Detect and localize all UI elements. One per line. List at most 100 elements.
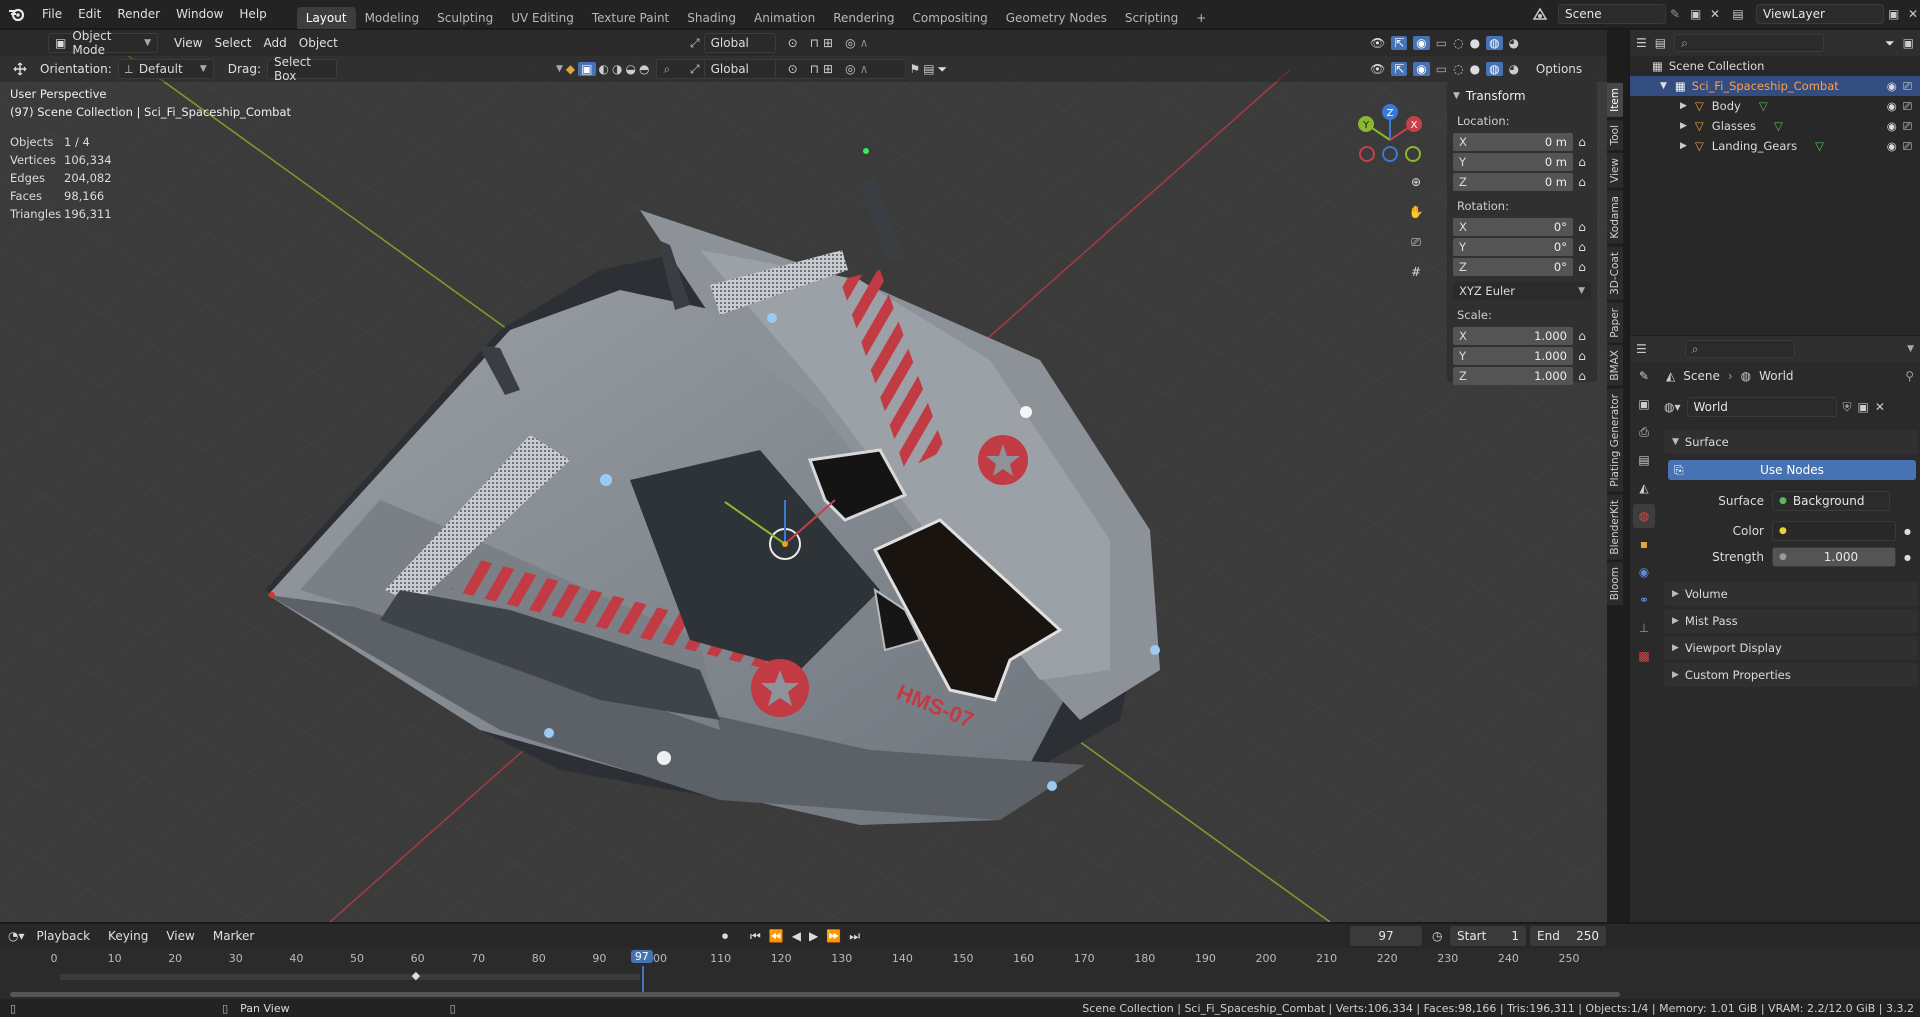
tab-3d-coat[interactable]: 3D-Coat [1607, 245, 1623, 300]
tab-animation[interactable]: Animation [745, 7, 824, 29]
eye-icon[interactable]: ◉ [1887, 139, 1897, 154]
tab-uv-editing[interactable]: UV Editing [502, 7, 583, 29]
snap-icon[interactable]: ⊓ [810, 36, 819, 50]
blender-logo-icon[interactable] [0, 6, 34, 22]
world-browse-icon[interactable]: ◍▾ [1664, 400, 1681, 414]
tab-bloom[interactable]: Bloom [1607, 561, 1623, 606]
drag-dropdown[interactable]: Select Box [266, 55, 337, 83]
fake-user-icon[interactable]: ⛨ [1843, 400, 1852, 415]
scale-z-field[interactable]: Z 1.000 [1453, 366, 1573, 385]
camera-icon[interactable]: ⎚ [1903, 79, 1912, 94]
rendered-shading-icon[interactable]: ◕ [1509, 62, 1519, 76]
timeline-menu-marker[interactable]: Marker [207, 926, 260, 946]
color-field[interactable]: ● [1772, 521, 1896, 541]
select-extend-icon[interactable]: ◐ [599, 62, 609, 76]
camera-icon[interactable]: ⎚ [1903, 139, 1912, 154]
tab-kodama[interactable]: Kodama [1607, 190, 1623, 244]
chevron-right-icon[interactable]: ▶ [1680, 101, 1687, 111]
solid-shading-icon[interactable]: ● [1470, 62, 1480, 76]
tab-modeling[interactable]: Modeling [356, 7, 429, 29]
visibility-icon[interactable]: 👁 [1370, 62, 1385, 76]
select-intersect-icon[interactable]: ◓ [639, 62, 649, 76]
scale-y-field[interactable]: Y 1.000 [1453, 346, 1573, 365]
proportional-edit-icon[interactable]: ◎ [845, 62, 855, 76]
outliner-object-row[interactable]: ▶ ▽ Glasses ▽ ◉ ⎚ [1630, 116, 1920, 136]
play-icon[interactable]: ▶ [809, 929, 818, 943]
lock-icon[interactable]: ⌂ [1573, 258, 1591, 276]
rotation-y-field[interactable]: Y 0° [1453, 237, 1573, 256]
camera-icon[interactable]: ⎚ [1404, 230, 1428, 254]
menu-window[interactable]: Window [168, 3, 231, 25]
menu-help[interactable]: Help [231, 3, 274, 25]
lock-icon[interactable]: ⌂ [1573, 133, 1591, 151]
wireframe-shading-icon[interactable]: ◌ [1453, 36, 1463, 50]
viewport-menu-object[interactable]: Object [293, 33, 344, 53]
end-frame-field[interactable]: End 250 [1530, 926, 1606, 946]
view-options-icon[interactable]: ▤ [923, 62, 934, 76]
tab-compositing[interactable]: Compositing [903, 7, 996, 29]
chevron-down-icon[interactable]: ▼ [556, 64, 563, 74]
outliner-object-row[interactable]: ▶ ▽ Body ▽ ◉ ⎚ [1630, 96, 1920, 116]
viewport-menu-view[interactable]: View [168, 33, 208, 53]
delete-view-layer-icon[interactable]: ✕ [1908, 7, 1920, 21]
add-workspace-button[interactable]: + [1187, 7, 1215, 29]
transform-orientation-dropdown-top[interactable]: Global [703, 33, 776, 53]
lock-icon[interactable]: ⌂ [1573, 173, 1591, 191]
gizmo-toggle-icon[interactable]: ⇱ [1391, 36, 1408, 50]
new-scene-icon[interactable]: ▣ [1690, 7, 1706, 21]
3d-viewport[interactable]: HMS-07 Orientation: ⟂ Default ▼ Drag: Se… [0, 30, 1607, 922]
falloff-icon[interactable]: ∧ [860, 62, 869, 76]
lock-icon[interactable]: ⌂ [1573, 327, 1591, 345]
view-layer-tab-icon[interactable]: ▤ [1633, 448, 1655, 472]
eye-icon[interactable]: ◉ [1887, 99, 1897, 114]
lock-icon[interactable]: ⌂ [1573, 153, 1591, 171]
outliner-collection-row[interactable]: ▼ ▦ Sci_Fi_Spaceship_Combat ◉ ⎚ [1630, 76, 1920, 96]
view-layer-field[interactable]: ViewLayer [1756, 4, 1884, 24]
surface-shader-field[interactable]: ● Background [1772, 491, 1890, 511]
viewport-display-panel-header[interactable]: ▶ Viewport Display [1664, 636, 1918, 660]
tool-tab-icon[interactable]: ✎ [1633, 364, 1655, 388]
world-name-field[interactable]: World [1686, 397, 1837, 417]
location-x-field[interactable]: X 0 m [1453, 132, 1573, 151]
filter-icon[interactable]: ⏷ [938, 62, 948, 77]
mist-pass-panel-header[interactable]: ▶ Mist Pass [1664, 609, 1918, 633]
pan-hand-icon[interactable]: ✋ [1404, 200, 1428, 224]
tab-layout[interactable]: Layout [296, 6, 356, 29]
strength-field[interactable]: ● 1.000 [1772, 547, 1896, 567]
gizmo-toggle-icon[interactable]: ⇱ [1391, 62, 1408, 76]
eye-icon[interactable]: ◉ [1887, 79, 1897, 94]
select-box-icon[interactable]: ▣ [578, 62, 596, 76]
camera-icon[interactable]: ⎚ [1903, 99, 1912, 114]
tab-bmax[interactable]: BMAX [1607, 344, 1623, 387]
bookmark-icon[interactable]: ⚑ [909, 62, 920, 76]
volume-panel-header[interactable]: ▶ Volume [1664, 582, 1918, 606]
lock-icon[interactable]: ⌂ [1573, 218, 1591, 236]
keyframe-dot-icon[interactable]: ● [1904, 527, 1911, 536]
tab-rendering[interactable]: Rendering [824, 7, 903, 29]
snap-icon[interactable]: ⊓ [810, 62, 819, 76]
tab-tool[interactable]: Tool [1607, 118, 1623, 151]
menu-file[interactable]: File [34, 3, 70, 25]
viewport-menu-add[interactable]: Add [258, 33, 293, 53]
new-collection-icon[interactable]: ▣ [1903, 36, 1914, 50]
pivot-point-icon[interactable]: ⊙ [788, 62, 798, 76]
chevron-right-icon[interactable]: ▶ [1680, 121, 1687, 131]
visibility-icon[interactable]: 👁 [1370, 36, 1385, 50]
scale-x-field[interactable]: X 1.000 [1453, 326, 1573, 345]
overlay-toggle-icon[interactable]: ◉ [1413, 36, 1430, 50]
data-tab-icon[interactable]: ⊥ [1633, 616, 1655, 640]
jump-start-icon[interactable]: ⏮ [750, 929, 761, 944]
eye-icon[interactable]: ◉ [1887, 119, 1897, 134]
scene-tab-icon[interactable]: ◭ [1633, 476, 1655, 500]
editor-type-icon[interactable]: ◔▾ [8, 929, 25, 943]
clock-icon[interactable]: ◷ [1432, 929, 1442, 943]
scene-icon[interactable] [1526, 7, 1554, 21]
start-frame-field[interactable]: Start 1 [1450, 926, 1526, 946]
xray-icon[interactable]: ▭ [1436, 62, 1447, 76]
overlay-toggle-icon[interactable]: ◉ [1413, 62, 1430, 76]
tab-scripting[interactable]: Scripting [1116, 7, 1187, 29]
pin-scene-icon[interactable]: ✎ [1670, 7, 1686, 21]
object-tab-icon[interactable]: ▪ [1633, 532, 1655, 556]
zoom-icon[interactable]: ⊕ [1404, 170, 1428, 194]
mode-dropdown[interactable]: ▣ Object Mode ▼ [48, 29, 158, 57]
